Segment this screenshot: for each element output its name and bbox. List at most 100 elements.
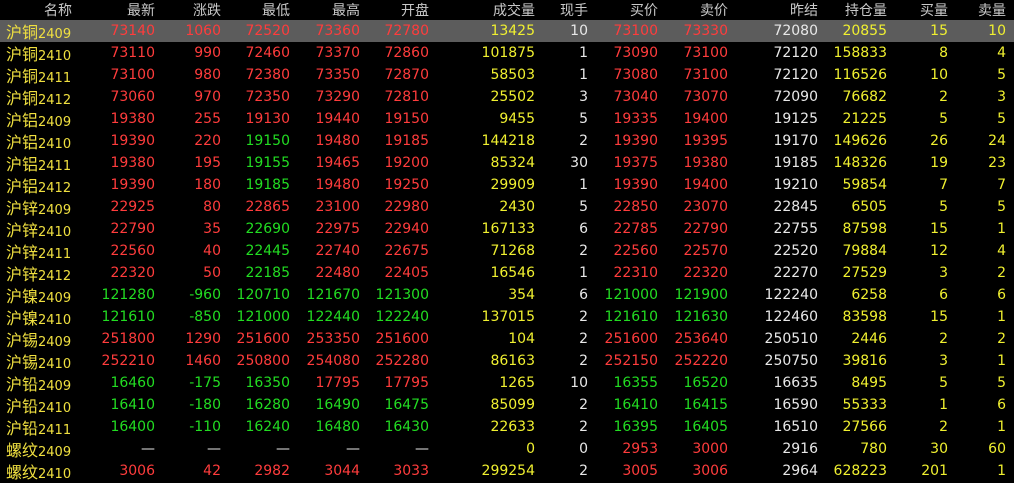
bid-volume: 6 — [939, 287, 948, 303]
quote-rows: 沪铜2409 73140 1060 72520 73360 72780 1342… — [0, 20, 1014, 482]
low-price: 250800 — [236, 353, 290, 369]
contract-product: 沪铝 — [6, 177, 39, 196]
quote-row[interactable]: 沪镍2409 121280 -960 120710 121670 121300 … — [0, 284, 1014, 306]
quote-row[interactable]: 沪铅2411 16400 -110 16240 16480 16430 2263… — [0, 416, 1014, 438]
high-price: 16480 — [315, 419, 360, 435]
ask-volume: 2 — [997, 331, 1006, 347]
quote-row[interactable]: 沪铅2409 16460 -175 16350 17795 17795 1265… — [0, 372, 1014, 394]
quote-row[interactable]: 沪铜2411 73100 980 72380 73350 72870 58503… — [0, 64, 1014, 86]
quote-row[interactable]: 沪铝2411 19380 195 19155 19465 19200 85324… — [0, 152, 1014, 174]
high-price: 19440 — [315, 111, 360, 127]
current-hand: 1 — [579, 45, 588, 61]
quote-row[interactable]: 螺纹2410 3006 42 2982 3044 3033 299254 2 3… — [0, 460, 1014, 482]
ask-volume: 4 — [997, 243, 1006, 259]
open-interest: 27566 — [842, 419, 887, 435]
quote-row[interactable]: 沪铝2409 19380 255 19130 19440 19150 9455 … — [0, 108, 1014, 130]
quote-row[interactable]: 沪铝2412 19390 180 19185 19480 19250 29909… — [0, 174, 1014, 196]
open-price: 251600 — [375, 331, 429, 347]
contract-name: 沪铜2410 — [0, 41, 80, 65]
header-name[interactable]: 名称 — [0, 0, 80, 20]
last-price: 251800 — [101, 331, 155, 347]
quote-row[interactable]: 沪铅2410 16410 -180 16280 16490 16475 8509… — [0, 394, 1014, 416]
bid-volume: 201 — [921, 463, 948, 479]
contract-product: 沪铜 — [6, 23, 39, 42]
header-high[interactable]: 最高 — [290, 0, 360, 20]
quote-row[interactable]: 沪镍2410 121610 -850 121000 122440 122240 … — [0, 306, 1014, 328]
header-open-interest[interactable]: 持仓量 — [818, 0, 887, 20]
contract-code: 2409 — [38, 291, 72, 306]
prev-settle: 250750 — [764, 353, 818, 369]
header-change[interactable]: 涨跌 — [155, 0, 221, 20]
header-bid-vol[interactable]: 买量 — [887, 0, 948, 20]
bid-price: 251600 — [604, 331, 658, 347]
contract-name: 沪铝2411 — [0, 151, 80, 175]
open-price: 3033 — [393, 463, 429, 479]
ask-volume: 1 — [997, 353, 1006, 369]
quote-row[interactable]: 沪铜2410 73110 990 72460 73370 72860 10187… — [0, 42, 1014, 64]
price-change: 50 — [203, 265, 221, 281]
prev-settle: 19170 — [773, 133, 818, 149]
last-price: 121610 — [101, 309, 155, 325]
open-interest: 79884 — [842, 243, 887, 259]
ask-price: 73330 — [683, 23, 728, 39]
price-change: 195 — [194, 155, 221, 171]
current-hand: 1 — [579, 265, 588, 281]
current-hand: 2 — [579, 243, 588, 259]
contract-product: 沪镍 — [6, 309, 39, 328]
prev-settle: 22755 — [773, 221, 818, 237]
header-prev-settle[interactable]: 昨结 — [728, 0, 818, 20]
quote-row[interactable]: 沪铜2412 73060 970 72350 73290 72810 25502… — [0, 86, 1014, 108]
quote-row[interactable]: 沪锌2409 22925 80 22865 23100 22980 2430 5… — [0, 196, 1014, 218]
header-ask[interactable]: 卖价 — [658, 0, 728, 20]
header-volume[interactable]: 成交量 — [429, 0, 535, 20]
contract-name: 沪锡2409 — [0, 327, 80, 351]
bid-volume: 5 — [939, 375, 948, 391]
quote-row[interactable]: 沪锌2412 22320 50 22185 22480 22405 16546 … — [0, 262, 1014, 284]
futures-quote-board: 名称 最新 涨跌 最低 最高 开盘 成交量 现手 买价 卖价 昨结 持仓量 买量… — [0, 0, 1014, 482]
open-interest: 148326 — [833, 155, 887, 171]
quote-row[interactable]: 沪铝2410 19390 220 19150 19480 19185 14421… — [0, 130, 1014, 152]
last-price: 252210 — [101, 353, 155, 369]
current-hand: 2 — [579, 353, 588, 369]
last-price: 22320 — [110, 265, 155, 281]
current-hand: 5 — [579, 199, 588, 215]
contract-name: 沪铝2410 — [0, 129, 80, 153]
contract-product: 沪铜 — [6, 89, 39, 108]
volume: 1265 — [499, 375, 535, 391]
low-price: 22865 — [245, 199, 290, 215]
quote-row[interactable]: 沪锡2409 251800 1290 251600 253350 251600 … — [0, 328, 1014, 350]
header-cur-hand[interactable]: 现手 — [535, 0, 588, 20]
header-ask-vol[interactable]: 卖量 — [948, 0, 1008, 20]
open-price: 22940 — [384, 221, 429, 237]
header-low[interactable]: 最低 — [221, 0, 290, 20]
quote-row[interactable]: 沪铜2409 73140 1060 72520 73360 72780 1342… — [0, 20, 1014, 42]
contract-name: 沪铅2409 — [0, 371, 80, 395]
ask-price: 19400 — [683, 177, 728, 193]
prev-settle: 16635 — [773, 375, 818, 391]
ask-price: 73100 — [683, 67, 728, 83]
quote-row[interactable]: 沪锡2410 252210 1460 250800 254080 252280 … — [0, 350, 1014, 372]
prev-settle: 250510 — [764, 331, 818, 347]
header-open[interactable]: 开盘 — [360, 0, 429, 20]
price-change: 180 — [194, 177, 221, 193]
header-bid[interactable]: 买价 — [588, 0, 658, 20]
ask-price: 22320 — [683, 265, 728, 281]
bid-price: 22850 — [613, 199, 658, 215]
high-price: 19480 — [315, 177, 360, 193]
contract-code: 2411 — [38, 71, 72, 86]
high-price: 73370 — [315, 45, 360, 61]
contract-code: 2410 — [38, 401, 72, 416]
ask-volume: 1 — [997, 463, 1006, 479]
quote-row[interactable]: 螺纹2409 — — — — — 0 0 2953 3000 2916 780 … — [0, 438, 1014, 460]
open-price: 72780 — [384, 23, 429, 39]
contract-product: 沪铜 — [6, 45, 39, 64]
ask-price: 16405 — [683, 419, 728, 435]
quote-row[interactable]: 沪锌2411 22560 40 22445 22740 22675 71268 … — [0, 240, 1014, 262]
contract-name: 螺纹2410 — [0, 459, 80, 483]
contract-product: 螺纹 — [6, 463, 39, 482]
low-price: 16280 — [245, 397, 290, 413]
quote-row[interactable]: 沪锌2410 22790 35 22690 22975 22940 167133… — [0, 218, 1014, 240]
header-last[interactable]: 最新 — [80, 0, 155, 20]
low-price: 22185 — [245, 265, 290, 281]
contract-code: 2409 — [38, 203, 72, 218]
